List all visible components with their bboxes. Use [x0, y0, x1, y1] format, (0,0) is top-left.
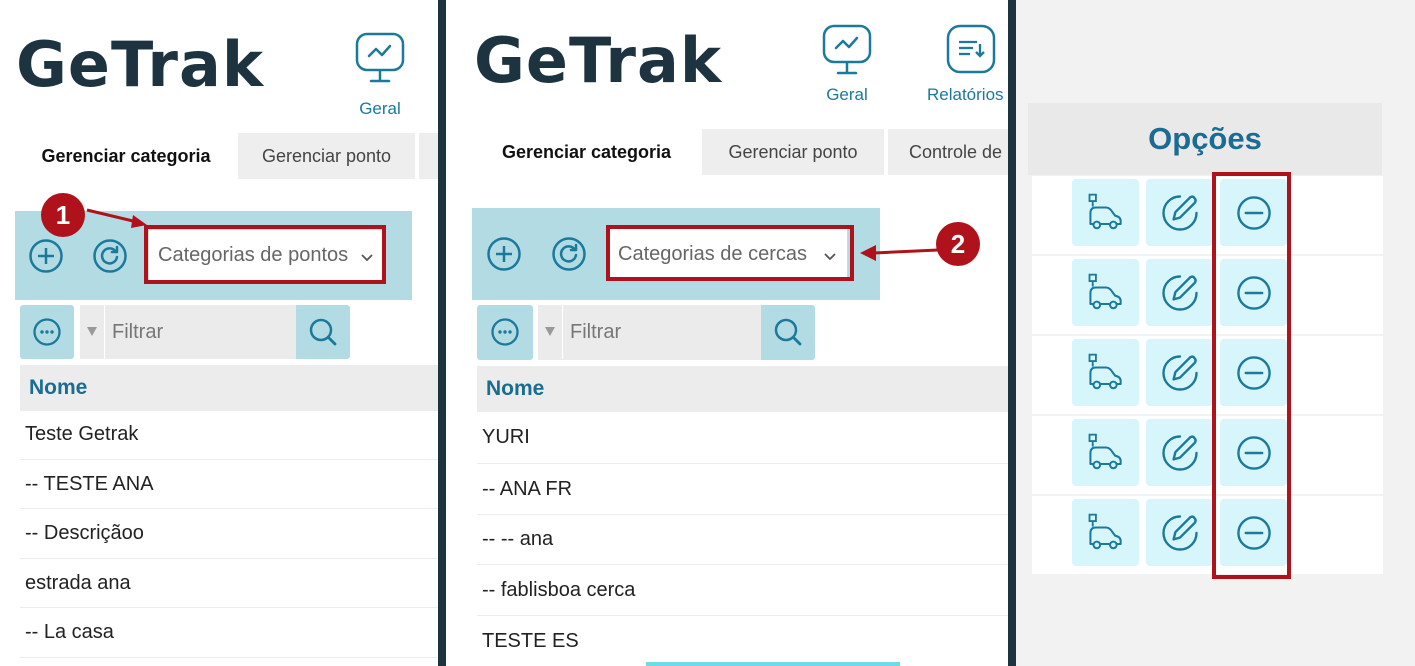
filter-row	[477, 305, 817, 360]
add-icon[interactable]	[28, 238, 64, 274]
vehicle-route-button[interactable]	[1072, 499, 1139, 566]
vehicle-route-button[interactable]	[1072, 419, 1139, 486]
panel-divider	[438, 0, 446, 666]
edit-icon	[1161, 354, 1198, 391]
nav-geral-label: Geral	[826, 85, 868, 104]
callout-badge-1: 1	[41, 193, 85, 237]
edit-button[interactable]	[1146, 179, 1213, 246]
tab-bar: Gerenciar categoria Gerenciar ponto Cont…	[476, 129, 1008, 175]
edit-button[interactable]	[1146, 499, 1213, 566]
vehicle-route-button[interactable]	[1072, 339, 1139, 406]
vehicle-route-icon	[1088, 273, 1122, 309]
monitor-chart-icon	[335, 32, 425, 89]
options-row	[1032, 256, 1383, 334]
options-row	[1032, 496, 1383, 574]
panel-divider	[1008, 0, 1016, 666]
edit-button[interactable]	[1146, 419, 1213, 486]
tab-bar: Gerenciar categoria Gerenciar ponto	[18, 133, 438, 179]
options-row	[1032, 176, 1383, 254]
table-row[interactable]: -- ANA FR	[477, 464, 1008, 515]
getrak-logo: GeTrak	[474, 24, 723, 97]
edit-icon	[1161, 274, 1198, 311]
nav-relatorios-label: Relatórios	[927, 85, 1004, 104]
table-row[interactable]: -- TESTE ANA	[20, 460, 438, 509]
search-icon	[309, 318, 337, 346]
panel-options-column: Opções	[1016, 0, 1415, 666]
callout-arrow-2	[860, 245, 938, 261]
more-options-icon	[33, 318, 61, 346]
table-row[interactable]: -- -- ana	[477, 515, 1008, 565]
callout-arrow-1	[86, 208, 147, 228]
table-row[interactable]: YURI	[477, 412, 1008, 464]
edit-button[interactable]	[1146, 339, 1213, 406]
filter-input[interactable]	[564, 305, 760, 359]
filter-separator	[104, 305, 105, 359]
column-header-nome[interactable]: Nome	[477, 366, 1008, 412]
screenshot-composite: GeTrak Geral Gerenciar categoria Gerenci…	[0, 0, 1415, 666]
highlight-select-2	[606, 225, 854, 281]
monitor-chart-icon	[802, 24, 892, 81]
nav-geral-button[interactable]: Geral	[335, 32, 425, 119]
edit-icon	[1161, 194, 1198, 231]
table-row[interactable]: -- fablisboa cerca	[477, 565, 1008, 616]
callout-badge-2: 2	[936, 222, 980, 266]
search-button[interactable]	[761, 305, 815, 360]
panel-fence-categories: GeTrak Geral Relatórios Gerenciar catego…	[446, 0, 1008, 666]
refresh-icon[interactable]	[92, 238, 128, 274]
tab-gerenciar-ponto[interactable]: Gerenciar ponto	[238, 133, 415, 179]
options-row	[1032, 416, 1383, 494]
vehicle-route-button[interactable]	[1072, 179, 1139, 246]
nav-relatorios-button[interactable]: Relatórios	[926, 24, 1008, 105]
nav-geral-label: Geral	[359, 99, 401, 118]
table-row[interactable]: estrada ana	[20, 559, 438, 608]
filter-separator	[562, 305, 563, 359]
vehicle-route-icon	[1088, 193, 1122, 229]
refresh-icon[interactable]	[551, 236, 587, 272]
panel-point-categories: GeTrak Geral Gerenciar categoria Gerenci…	[0, 0, 438, 666]
filter-row	[20, 305, 350, 359]
filter-box	[80, 305, 296, 359]
tab-more[interactable]	[419, 133, 438, 179]
edit-button[interactable]	[1146, 259, 1213, 326]
tab-gerenciar-categoria[interactable]: Gerenciar categoria	[18, 133, 234, 179]
more-options-button[interactable]	[477, 305, 533, 360]
vehicle-route-icon	[1088, 513, 1122, 549]
edit-icon	[1161, 514, 1198, 551]
table-row[interactable]: -- Descriçãoo	[20, 509, 438, 559]
more-options-button[interactable]	[20, 305, 74, 359]
search-icon	[774, 318, 802, 346]
edit-icon	[1161, 434, 1198, 471]
more-options-icon	[491, 318, 519, 346]
tab-controle[interactable]: Controle de	[888, 129, 1008, 175]
nav-geral-button[interactable]: Geral	[802, 24, 892, 105]
options-row	[1032, 336, 1383, 414]
highlight-select-1	[144, 225, 386, 284]
add-icon[interactable]	[486, 236, 522, 272]
search-button[interactable]	[296, 305, 350, 359]
table-row[interactable]: Teste Getrak	[20, 410, 438, 460]
tab-gerenciar-ponto[interactable]: Gerenciar ponto	[702, 129, 884, 175]
options-column-header: Opções	[1028, 103, 1382, 175]
filter-dropdown-icon[interactable]	[86, 324, 98, 343]
vehicle-route-icon	[1088, 353, 1122, 389]
table-row[interactable]: TESTE ES	[477, 616, 1008, 666]
getrak-logo: GeTrak	[16, 28, 265, 101]
bottom-action-bar	[646, 662, 900, 666]
vehicle-route-icon	[1088, 433, 1122, 469]
column-header-nome[interactable]: Nome	[20, 365, 438, 411]
filter-input[interactable]	[106, 305, 296, 359]
highlight-remove-column	[1212, 172, 1291, 579]
filter-dropdown-icon[interactable]	[544, 324, 556, 343]
filter-box	[538, 305, 761, 360]
report-icon	[926, 24, 1008, 79]
tab-gerenciar-categoria[interactable]: Gerenciar categoria	[476, 129, 697, 175]
table-row[interactable]: -- La casa	[20, 608, 438, 658]
vehicle-route-button[interactable]	[1072, 259, 1139, 326]
